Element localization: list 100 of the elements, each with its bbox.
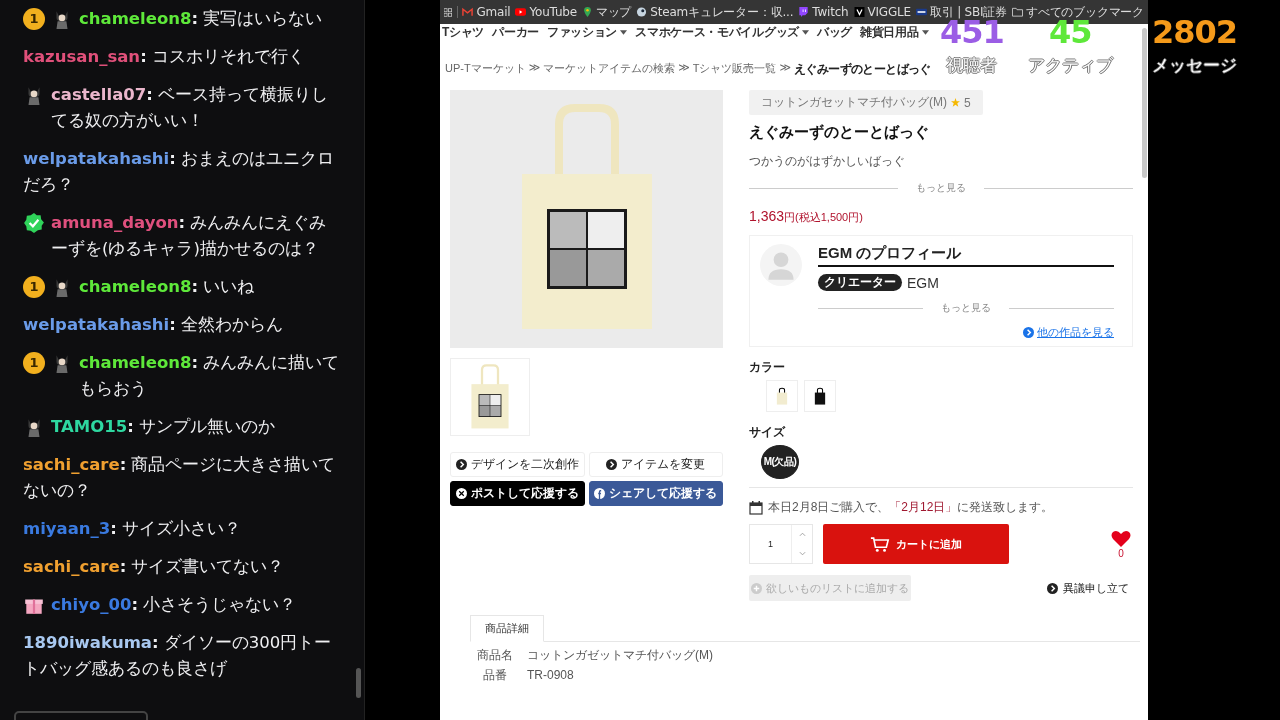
chat-message: TAMO15: サンプル無いのか <box>51 416 276 438</box>
site-nav-item[interactable]: 雑貨日用品 <box>860 24 929 41</box>
chat-message: sachi_care: サイズ書いてない？ <box>23 556 286 578</box>
chat-message: welpatakahashi: 全然わからん <box>23 314 285 336</box>
v-logo-icon <box>853 7 865 17</box>
play-icon <box>515 7 527 17</box>
bookmark-link[interactable]: Gmail <box>462 5 511 19</box>
color-swatch[interactable] <box>804 380 836 412</box>
price: 1,363 <box>749 208 785 224</box>
size-option[interactable]: M(欠品) <box>761 445 799 479</box>
show-more-link[interactable]: もっと見る <box>941 301 991 315</box>
report-link[interactable]: 異議申し立て <box>1047 580 1129 596</box>
chat-message: chameleon8: みんみんに描いてもらおう <box>79 352 340 400</box>
chat-message: chameleon8: 実写はいらない <box>79 8 324 30</box>
breadcrumb-link[interactable]: マーケットアイテムの検索 <box>543 61 676 78</box>
bookmark-link[interactable]: Twitch <box>798 5 849 19</box>
chat-message: chiyo_00: 小さそうじゃない？ <box>51 594 298 616</box>
color-swatch[interactable] <box>766 380 798 412</box>
spec-value: コットンガゼットマチ付バッグ(M) <box>527 648 713 662</box>
chat-message: miyaan_3: サイズ小さい？ <box>23 518 243 540</box>
star-icon <box>951 98 960 107</box>
site-nav-item[interactable]: ファッション <box>546 24 628 41</box>
color-label: カラー <box>749 359 786 376</box>
chat-message: welpatakahashi: おまえのはユニクロだろ？ <box>23 148 336 196</box>
circle-logo-icon <box>636 7 648 17</box>
chevron-circle-icon <box>1047 582 1058 594</box>
page-scrollbar[interactable] <box>1142 28 1147 178</box>
bookmark-link[interactable]: Steamキュレーター：収... <box>636 3 794 21</box>
action-button[interactable]: デザインを二次創作 <box>450 452 585 477</box>
add-to-cart-button[interactable]: カートに追加 <box>823 524 1009 564</box>
bookmark-link[interactable]: VIGGLE <box>853 5 911 19</box>
category-tag[interactable]: コットンガセットマチ付バッグ(M) 5 <box>749 90 983 115</box>
shipping-notice: 本日2月8日ご購入で、 <box>768 499 890 516</box>
spec-label: 品番 <box>482 668 508 682</box>
bookmark-link[interactable]: YouTube <box>515 5 577 19</box>
mail-icon <box>462 7 474 17</box>
stat-label: 視聴者 <box>946 54 998 77</box>
chat-message: 1890iwakuma: ダイソーの300円トートバッグ感あるのも良さげ <box>23 632 333 680</box>
product-thumbnail[interactable] <box>450 358 530 436</box>
breadcrumb-separator: ≫ <box>779 61 791 75</box>
site-nav-item[interactable]: パーカー <box>492 24 539 41</box>
bookmark-link[interactable]: 取引 | SBI証券 <box>915 3 1007 21</box>
action-button[interactable]: シェアして応援する <box>588 481 723 506</box>
stat-label: メッセージ <box>1152 54 1237 77</box>
breadcrumb-separator: ≫ <box>528 61 541 75</box>
spec-label: 商品名 <box>476 648 514 662</box>
decrement-icon[interactable] <box>798 551 806 556</box>
heart-icon[interactable] <box>1111 529 1131 548</box>
chevron-circle-icon <box>455 459 467 470</box>
price-tax-note: 円(税込1,500円) <box>784 211 863 223</box>
subscriber-badge: 1 <box>23 276 45 298</box>
subscriber-badge: 1 <box>23 352 45 374</box>
map-pin-icon <box>581 7 593 17</box>
creator-badge: クリエーター <box>818 274 902 291</box>
folder-icon <box>1012 7 1023 17</box>
subscriber-badge: 1 <box>23 8 45 30</box>
chat-message: amuna_dayon: みんみんにえぐみーずを(ゆるキャラ)描かせるのは？ <box>51 212 328 260</box>
speech-bubble-icon <box>798 7 810 17</box>
shipping-date: 「2月12日」 <box>889 499 958 516</box>
increment-icon[interactable] <box>798 532 806 537</box>
logo-icon <box>915 7 927 17</box>
spec-value: TR-0908 <box>527 668 574 682</box>
chevron-circle-icon <box>606 459 618 470</box>
action-button[interactable]: アイテムを変更 <box>588 452 723 477</box>
breadcrumb-link[interactable]: UP-Tマーケット <box>445 61 526 78</box>
breadcrumb-link[interactable]: Tシャツ販売一覧 <box>692 61 777 78</box>
caret-icon <box>921 30 929 35</box>
site-nav-item[interactable]: Tシャツ <box>442 24 485 41</box>
chat-message: sachi_care: 商品ページに大きさ描いてないの？ <box>23 454 337 502</box>
breadcrumb-current: えぐみーずのとーとばっぐ <box>793 61 931 78</box>
cart-icon <box>870 535 890 553</box>
apps-grid-icon[interactable] <box>444 7 452 17</box>
creator-name: EGM <box>907 274 939 291</box>
caret-icon <box>801 30 809 35</box>
site-nav-item[interactable]: バッグ <box>816 24 853 41</box>
quantity-field[interactable]: 1 <box>749 524 813 564</box>
like-count: 0 <box>1118 547 1124 559</box>
product-title: えぐみーずのとーとばっぐ <box>749 123 930 142</box>
f-logo-icon <box>594 488 606 499</box>
details-tab[interactable]: 商品詳細 <box>470 615 544 642</box>
site-nav-item[interactable]: スマホケース・モバイルグッズ <box>635 24 809 41</box>
chat-message: chameleon8: いいね <box>79 276 256 298</box>
calendar-icon <box>749 500 763 515</box>
chat-message: castella07: ベース持って横振りしてる奴の方がいい！ <box>51 84 330 132</box>
x-logo-icon <box>455 488 467 499</box>
stat-label: アクティブ <box>1027 54 1113 77</box>
stat-count: 2802 <box>1152 16 1238 48</box>
show-more-link[interactable]: もっと見る <box>916 181 966 195</box>
breadcrumb-separator: ≫ <box>678 61 690 75</box>
caret-icon <box>620 30 628 35</box>
shipping-notice-end: に発送致します。 <box>957 499 1054 516</box>
bookmark-link[interactable]: マップ <box>581 3 632 21</box>
user-silhouette-icon <box>760 244 802 286</box>
plus-circle-icon <box>751 582 762 594</box>
action-button[interactable]: ポストして応援する <box>450 481 585 506</box>
chat-message: kazusan_san: コスホリそれで行く <box>23 46 306 68</box>
chat-scrollbar[interactable] <box>356 668 361 698</box>
chevron-circle-icon <box>1023 327 1034 338</box>
profile-heading: EGM のプロフィール <box>818 244 1114 267</box>
verified-badge-icon <box>23 212 45 234</box>
